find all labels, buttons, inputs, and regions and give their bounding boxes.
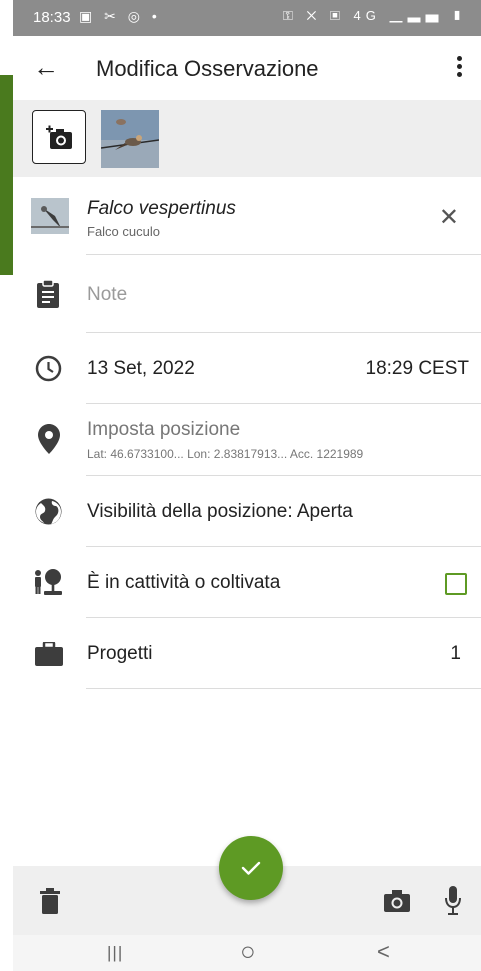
globe-icon [35, 498, 62, 525]
notes-row[interactable]: Note [13, 255, 481, 333]
delete-trash-icon[interactable] [40, 888, 60, 914]
app-toolbar: ← Modifica Osservazione [13, 36, 481, 100]
microphone-icon[interactable] [445, 886, 461, 916]
clock-icon [35, 355, 62, 382]
captive-plant-person-icon [35, 569, 62, 595]
photo-strip [13, 100, 481, 177]
clipboard-icon [37, 280, 59, 308]
projects-label: Progetti [87, 643, 153, 664]
add-photo-button[interactable] [32, 110, 86, 164]
app-frame: 18:33 ▣ ✂ ◎ • ⚿ ✕ ▣ 4G ▁▃▅ ▮ ← Modifica … [13, 0, 481, 971]
home-button[interactable]: ○ [240, 936, 256, 967]
projects-row[interactable]: Progetti 1 [13, 618, 481, 689]
species-common-name: Falco cuculo [87, 224, 160, 239]
back-arrow-icon[interactable]: ← [33, 52, 59, 82]
clear-species-icon[interactable]: ✕ [439, 203, 459, 232]
date-time-row[interactable]: 13 Set, 2022 18:29 CEST [13, 333, 481, 404]
species-thumbnail [31, 198, 69, 234]
set-location-label: Imposta posizione [87, 419, 241, 440]
side-accent-strip [0, 75, 13, 275]
status-time: 18:33 [33, 9, 71, 26]
status-system-icons: ⚿ ✕ ▣ 4G ▁▃▅ ▮ [283, 8, 467, 23]
status-notification-icons: ▣ ✂ ◎ • [79, 8, 161, 24]
checkmark-icon [241, 861, 261, 875]
location-visibility-label: Visibilità della posizione: Aperta [87, 501, 353, 522]
camera-icon[interactable] [384, 890, 410, 912]
briefcase-icon [35, 642, 63, 666]
location-visibility-row[interactable]: Visibilità della posizione: Aperta [13, 476, 481, 547]
system-nav-bar: ||| ○ < [13, 935, 481, 971]
recent-apps-button[interactable]: ||| [107, 943, 123, 963]
back-button[interactable]: < [377, 939, 390, 965]
projects-count: 1 [450, 643, 461, 664]
captive-checkbox[interactable] [445, 573, 467, 595]
location-row[interactable]: Imposta posizione Lat: 46.6733100... Lon… [13, 404, 481, 476]
add-camera-icon [46, 125, 72, 149]
captive-label: È in cattività o coltivata [87, 572, 281, 593]
observation-time[interactable]: 18:29 CEST [366, 358, 470, 380]
captive-row[interactable]: È in cattività o coltivata [13, 547, 481, 618]
save-observation-button[interactable] [219, 836, 283, 900]
status-bar: 18:33 ▣ ✂ ◎ • ⚿ ✕ ▣ 4G ▁▃▅ ▮ [13, 0, 481, 36]
observation-date[interactable]: 13 Set, 2022 [87, 358, 195, 380]
species-row[interactable]: Falco vespertinus Falco cuculo ✕ [13, 177, 481, 255]
overflow-menu-icon[interactable] [451, 56, 467, 82]
location-pin-icon [38, 424, 60, 454]
page-title: Modifica Osservazione [96, 56, 319, 81]
observation-photo-thumbnail[interactable] [101, 110, 159, 168]
species-scientific-name: Falco vespertinus [87, 198, 236, 219]
location-coordinates: Lat: 46.6733100... Lon: 2.83817913... Ac… [87, 447, 364, 461]
notes-input[interactable]: Note [87, 284, 127, 306]
